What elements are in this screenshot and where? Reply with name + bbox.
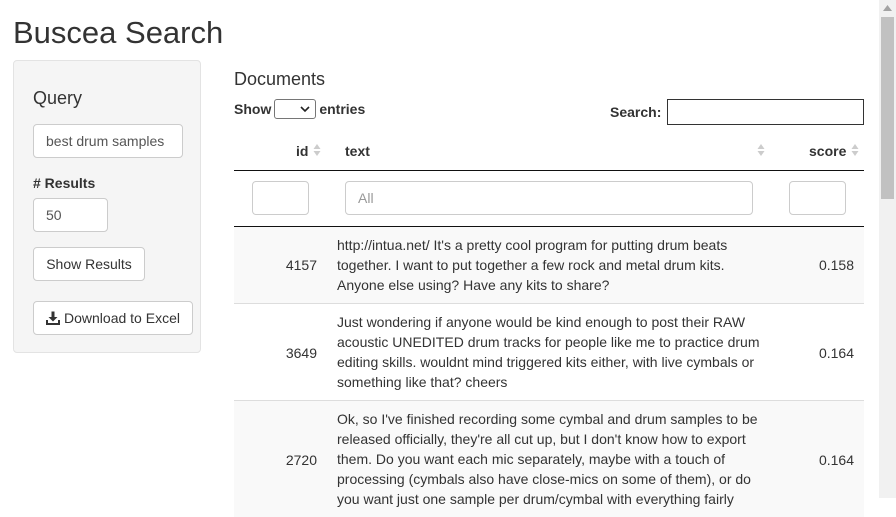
scrollbar[interactable] xyxy=(879,0,896,498)
cell-text: Just wondering if anyone would be kind e… xyxy=(337,314,760,390)
table-body: 4157 http://intua.net/ It's a pretty cool… xyxy=(234,227,864,517)
download-excel-button[interactable]: Download to Excel xyxy=(33,301,193,335)
show-results-button[interactable]: Show Results xyxy=(33,247,145,281)
id-filter-input[interactable] xyxy=(252,181,309,215)
documents-table: id text score All 4157 http://intua.net/ … xyxy=(234,132,864,517)
table-row[interactable]: 2720 Ok, so I've finished recording some … xyxy=(234,400,864,517)
show-label: Show xyxy=(234,101,272,117)
scrollbar-thumb[interactable] xyxy=(881,17,894,199)
column-header-id[interactable]: id xyxy=(296,143,308,159)
cell-score: 0.158 xyxy=(818,257,854,273)
documents-title: Documents xyxy=(234,69,326,89)
query-heading: Query xyxy=(33,88,83,108)
cell-score: 0.164 xyxy=(818,345,854,361)
cell-score: 0.164 xyxy=(818,452,854,468)
table-row[interactable]: 4157 http://intua.net/ It's a pretty cool… xyxy=(234,227,864,303)
sort-icon[interactable] xyxy=(851,143,859,157)
cell-id: 4157 xyxy=(285,257,317,273)
cell-id: 2720 xyxy=(285,452,317,468)
text-filter-input[interactable]: All xyxy=(345,181,753,215)
entries-label: entries xyxy=(319,101,366,117)
results-label: # Results xyxy=(33,175,96,191)
download-icon xyxy=(46,311,61,325)
score-filter-input[interactable] xyxy=(789,181,846,215)
cell-id: 3649 xyxy=(285,345,317,361)
sort-icon[interactable] xyxy=(757,143,765,157)
entries-length-control: Show entries xyxy=(234,99,365,119)
cell-text: Ok, so I've finished recording some cymb… xyxy=(337,411,758,507)
cell-text: http://intua.net/ It's a pretty cool pro… xyxy=(337,237,728,293)
app-title: Buscea Search xyxy=(13,15,224,50)
chevron-down-icon xyxy=(300,106,310,113)
sort-icon[interactable] xyxy=(313,143,321,157)
show-results-label: Show Results xyxy=(46,256,132,272)
search-label: Search: xyxy=(610,104,662,120)
column-header-text[interactable]: text xyxy=(345,143,370,159)
sidebar-panel: Query # Results Show Results Download to… xyxy=(13,60,201,353)
results-count-input[interactable] xyxy=(33,198,108,232)
column-filter-row: All xyxy=(234,171,864,227)
table-header-row: id text score xyxy=(234,132,864,171)
table-row[interactable]: 3649 Just wondering if anyone would be ki… xyxy=(234,303,864,400)
query-input[interactable] xyxy=(33,124,183,158)
download-excel-label: Download to Excel xyxy=(64,310,180,326)
entries-select[interactable] xyxy=(274,99,317,119)
column-header-score[interactable]: score xyxy=(809,143,846,159)
table-search-input[interactable] xyxy=(667,99,864,125)
scroll-up-arrow-icon[interactable] xyxy=(883,5,892,11)
